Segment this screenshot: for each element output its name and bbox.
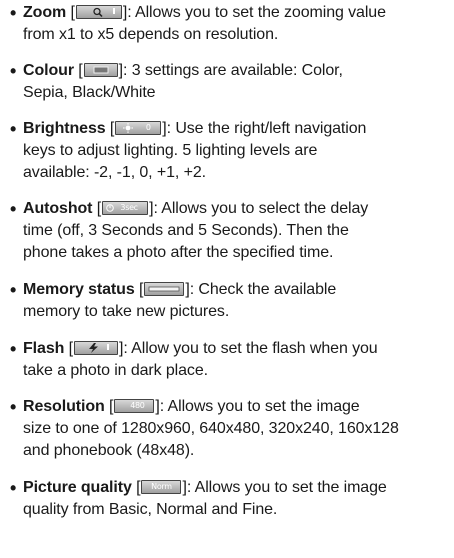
item-first-line: Flash []: Allow you to set the flash whe… xyxy=(23,340,378,357)
item-desc-line: memory to take new pictures. xyxy=(23,303,230,320)
item-desc-line: from x1 to x5 depends on resolution. xyxy=(23,26,279,43)
item-first-line: Autoshot [3sec]: Allows you to select th… xyxy=(23,200,369,217)
flash-icon xyxy=(74,341,118,355)
item-term: Memory status xyxy=(23,281,135,298)
resolution-icon-label: 480 xyxy=(130,401,145,410)
item-desc-line: : Allows you to select the delay xyxy=(153,200,369,217)
bullet: • xyxy=(10,119,17,139)
autoshot-icon-label: 3sec xyxy=(120,203,138,212)
item-desc-line: phone takes a photo after the specified … xyxy=(23,244,334,261)
item-term: Flash xyxy=(23,340,65,357)
picture-quality-icon: Norm xyxy=(141,480,182,494)
item-term: Colour xyxy=(23,62,74,79)
item-desc-line: quality from Basic, Normal and Fine. xyxy=(23,501,278,518)
item-term: Resolution xyxy=(23,398,105,415)
brightness-icon: 0 xyxy=(115,121,162,135)
resolution-icon: 480 xyxy=(114,399,155,413)
item-desc-line: : Allows you to set the zooming value xyxy=(127,4,386,21)
memory-status-icon xyxy=(144,282,185,296)
item-term: Brightness xyxy=(23,120,106,137)
bullet: • xyxy=(10,339,17,359)
item-desc-line: size to one of 1280x960, 640x480, 320x24… xyxy=(23,420,399,437)
camera-settings-list: • Zoom []: Allows you to set the zooming… xyxy=(0,0,454,558)
item-desc-line: : 3 settings are available: Color, xyxy=(123,62,343,79)
bullet: • xyxy=(10,478,17,498)
zoom-icon xyxy=(75,5,122,19)
item-first-line: Memory status []: Check the available xyxy=(23,281,337,298)
picture-quality-icon-label: Norm xyxy=(151,482,172,491)
item-desc-line: : Allows you to set the image xyxy=(159,398,360,415)
item-desc-line: available: -2, -1, 0, +1, +2. xyxy=(23,164,206,181)
bullet: • xyxy=(10,61,17,81)
item-term: Zoom xyxy=(23,4,67,21)
item-desc-line: time (off, 3 Seconds and 5 Seconds). The… xyxy=(23,222,349,239)
autoshot-icon: 3sec xyxy=(102,201,149,215)
bullet: • xyxy=(10,199,17,219)
bullet: • xyxy=(10,280,17,300)
item-first-line: Picture quality [Norm]: Allows you to se… xyxy=(23,479,387,496)
colour-icon xyxy=(83,63,118,77)
item-desc-line: : Allows you to set the image xyxy=(186,479,387,496)
item-desc-line: and phonebook (48x48). xyxy=(23,442,195,459)
item-desc-line: : Use the right/left navigation xyxy=(166,120,367,137)
item-term: Autoshot xyxy=(23,200,93,217)
bullet: • xyxy=(10,3,17,23)
item-desc-line: : Check the available xyxy=(189,281,337,298)
bullet: • xyxy=(10,397,17,417)
item-first-line: Colour []: 3 settings are available: Col… xyxy=(23,62,343,79)
item-first-line: Zoom []: Allows you to set the zooming v… xyxy=(23,4,386,21)
item-desc-line: keys to adjust lighting. 5 lighting leve… xyxy=(23,142,318,159)
brightness-icon-label: 0 xyxy=(145,123,151,132)
item-first-line: Brightness [0]: Use the right/left navig… xyxy=(23,120,367,137)
item-term: Picture quality xyxy=(23,479,132,496)
item-desc-line: : Allow you to set the flash when you xyxy=(123,340,378,357)
item-first-line: Resolution [480]: Allows you to set the … xyxy=(23,398,360,415)
item-desc-line: take a photo in dark place. xyxy=(23,362,208,379)
item-desc-line: Sepia, Black/White xyxy=(23,84,156,101)
